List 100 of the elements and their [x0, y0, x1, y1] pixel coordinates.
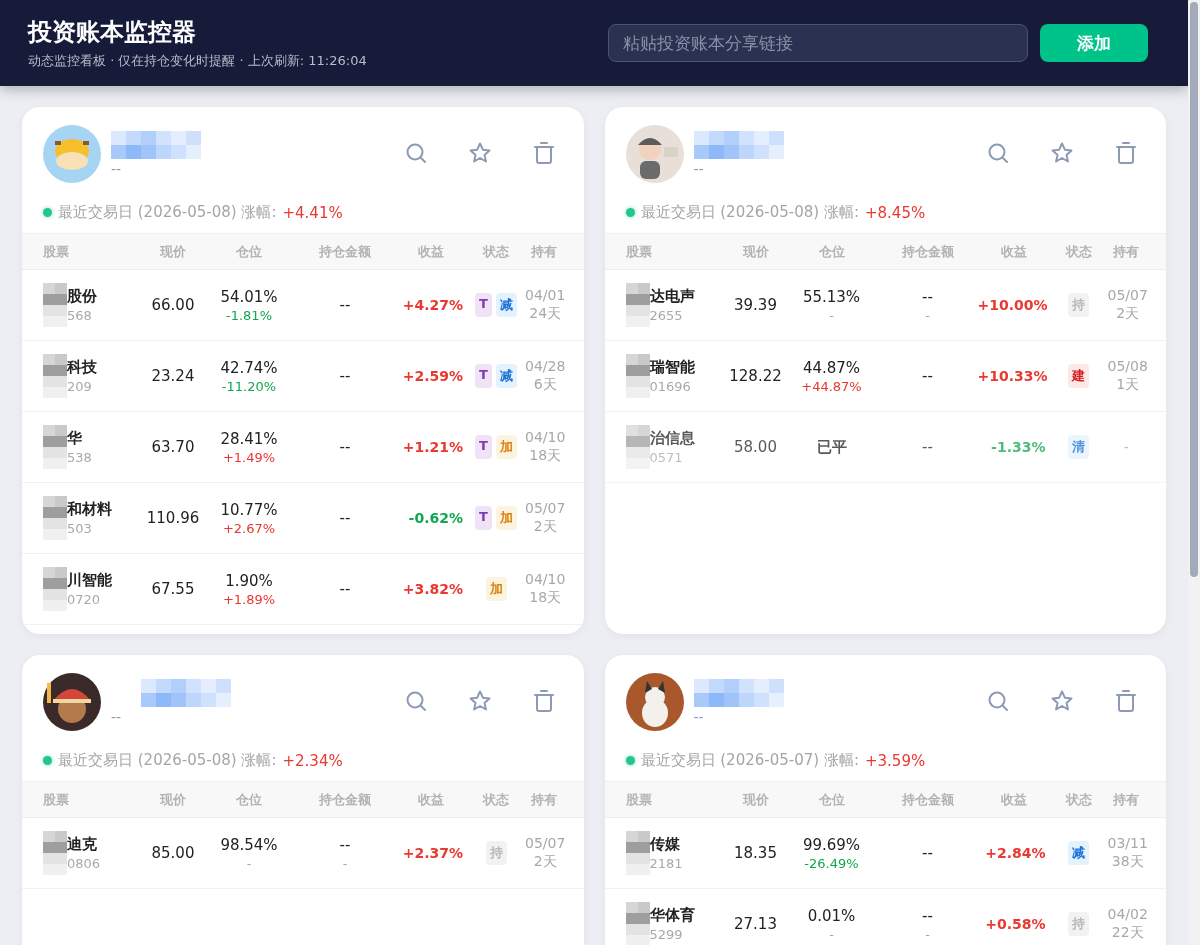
return-percent: +2.84% [984, 845, 1047, 861]
status-tag: 持 [1068, 293, 1089, 317]
hold-days: 18天 [529, 589, 562, 607]
return-percent: -1.33% [990, 439, 1047, 455]
status-tag: 加 [485, 577, 507, 601]
return-percent: +10.00% [977, 297, 1049, 313]
status-tag: T [475, 435, 492, 459]
trade-date-label: 最近交易日 (2026-05-08) 涨幅: [640, 203, 859, 222]
column-header: 现价 [741, 242, 770, 261]
column-header: 仓位 [235, 790, 263, 809]
hold-date: 05/07 [525, 500, 566, 516]
column-header: 持有 [1112, 242, 1141, 261]
current-price: 23.24 [150, 367, 196, 385]
column-header: 持仓金额 [318, 790, 372, 809]
redacted-block [43, 831, 67, 875]
current-price: 58.00 [733, 438, 778, 456]
add-button[interactable]: 添加 [1040, 24, 1148, 62]
column-header: 仓位 [817, 790, 846, 809]
daily-change: +4.41% [282, 203, 343, 222]
share-link-field[interactable]: 粘贴投资账本分享链接 [608, 24, 1028, 62]
position-change: +2.67% [222, 520, 276, 536]
stock-name: 瑞智能 [649, 358, 695, 377]
position-percent: 99.69% [802, 835, 861, 854]
column-header: 状态 [1064, 242, 1093, 261]
stock-code: 01696 [649, 379, 691, 394]
stock-code: 2655 [649, 308, 683, 323]
hold-date: 03/11 [1107, 835, 1148, 851]
position-percent: 10.77% [220, 500, 278, 519]
holding-amount: -- [922, 287, 933, 306]
stock-code: 5299 [649, 927, 683, 942]
return-percent: +1.21% [401, 439, 464, 455]
stock-code: 0571 [649, 450, 683, 465]
column-header: 股票 [43, 242, 70, 261]
hold-date: 04/10 [525, 571, 566, 587]
hold-date: - [1123, 439, 1129, 455]
position-percent: 55.13% [802, 287, 861, 306]
account-subtitle: -- [693, 161, 705, 177]
stock-code: 209 [67, 379, 92, 394]
hold-days: 18天 [529, 447, 562, 465]
stock-code: 2181 [649, 856, 683, 871]
hold-days: 22天 [1111, 924, 1144, 942]
status-tag: T [475, 506, 492, 530]
return-percent: -0.62% [407, 510, 464, 526]
position-change: -1.81% [226, 307, 272, 323]
column-header: 状态 [481, 790, 510, 809]
holding-amount: -- [339, 438, 351, 456]
redacted-block [43, 425, 67, 469]
position-change: - [829, 926, 834, 942]
position-percent: 1.90% [225, 571, 273, 590]
account-subtitle: -- [111, 709, 123, 725]
hold-date: 04/28 [525, 358, 566, 374]
status-dot [43, 756, 52, 765]
hold-days: 38天 [1111, 853, 1144, 871]
stock-code: 568 [67, 308, 92, 323]
scrollbar[interactable] [1188, 0, 1200, 945]
hold-days: 1天 [1116, 376, 1140, 394]
hold-days: 2天 [533, 518, 557, 536]
status-dot [43, 208, 52, 217]
position-percent: 44.87% [802, 358, 861, 377]
column-header: 股票 [43, 790, 70, 809]
holding-amount: -- [339, 509, 351, 527]
current-price: 66.00 [150, 296, 196, 314]
stock-name: 达电声 [649, 287, 695, 306]
position-percent: 28.41% [220, 429, 278, 448]
status-dot [625, 756, 635, 765]
position-change: - [829, 307, 834, 323]
stock-name: 股份 [67, 287, 97, 306]
return-percent: +0.58% [984, 916, 1047, 932]
column-header: 收益 [999, 790, 1028, 809]
return-percent: +10.33% [977, 368, 1049, 384]
holding-amount: -- [922, 844, 933, 862]
status-tag: 持 [485, 841, 507, 865]
position-percent: 已平 [816, 437, 847, 457]
return-percent: +2.37% [401, 845, 464, 861]
current-price: 63.70 [150, 438, 196, 456]
redacted-block [625, 831, 650, 875]
current-price: 110.96 [145, 509, 201, 527]
status-tag: 建 [1068, 364, 1089, 388]
hold-date: 04/01 [525, 287, 566, 303]
position-change: +44.87% [801, 378, 862, 394]
stock-code: 538 [67, 450, 92, 465]
status-tag: 减 [495, 364, 517, 388]
hold-date: 04/02 [1107, 906, 1148, 922]
holding-amount: -- [339, 580, 351, 598]
status-tag: 加 [495, 435, 517, 459]
app-subtitle: 动态监控看板 · 仅在持仓变化时提醒 · 上次刷新: 11:26:04 [28, 52, 368, 70]
status-tag: 减 [495, 293, 517, 317]
account-subtitle: -- [111, 161, 123, 177]
hold-days: 24天 [529, 305, 562, 323]
position-change: +1.49% [222, 449, 276, 465]
hold-date: 05/07 [1107, 287, 1148, 303]
daily-change: +3.59% [864, 751, 926, 770]
position-change: +1.89% [222, 591, 276, 607]
column-header: 现价 [158, 790, 187, 809]
hold-date: 05/07 [525, 835, 566, 851]
holding-amount: -- [922, 367, 933, 385]
amount-change: - [925, 926, 930, 942]
column-header: 持有 [529, 242, 558, 261]
stock-code: 0720 [67, 592, 101, 607]
stock-name: 华体育 [649, 906, 695, 925]
